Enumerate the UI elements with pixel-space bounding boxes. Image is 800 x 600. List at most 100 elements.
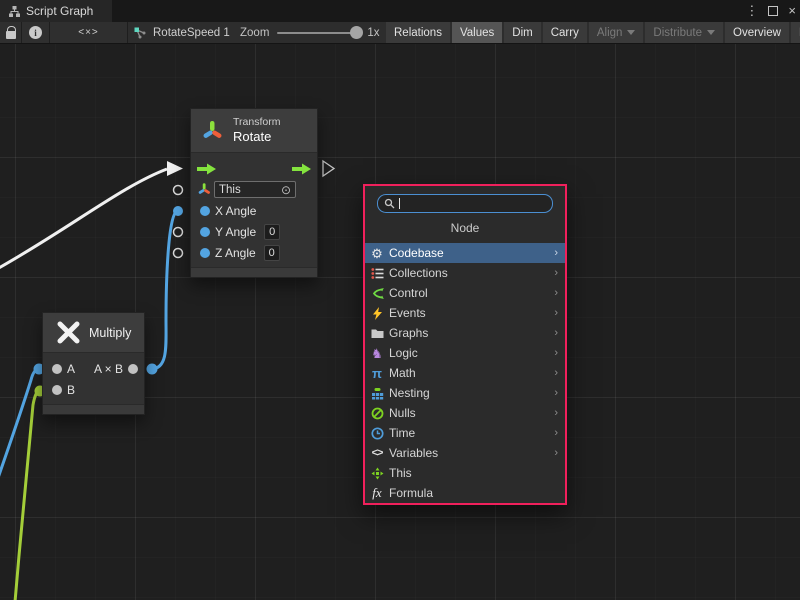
maximize-icon[interactable] xyxy=(768,6,778,16)
title-bar: Script Graph ⋮ × xyxy=(0,0,800,22)
menu-item-logic[interactable]: ♞ Logic › xyxy=(365,343,565,363)
carry-button[interactable]: Carry xyxy=(543,22,587,43)
chevron-down-icon xyxy=(707,30,715,35)
zoom-slider-handle[interactable] xyxy=(350,26,363,39)
zoom-slider[interactable] xyxy=(277,32,359,34)
distribute-button[interactable]: Distribute xyxy=(645,22,723,43)
code-view-button[interactable]: <×> xyxy=(50,22,128,43)
lock-button[interactable] xyxy=(0,22,22,43)
relations-button[interactable]: Relations xyxy=(386,22,450,43)
port-zangle-input[interactable] xyxy=(174,249,183,258)
menu-item-events[interactable]: Events › xyxy=(365,303,565,323)
zangle-value-field[interactable]: 0 xyxy=(264,245,280,261)
wire-into-b[interactable] xyxy=(15,391,40,600)
menu-item-collections[interactable]: Collections › xyxy=(365,263,565,283)
align-label: Align xyxy=(597,27,623,39)
menu-item-this[interactable]: This xyxy=(365,463,565,483)
menu-item-nesting[interactable]: Nesting › xyxy=(365,383,565,403)
menu-item-label: Nulls xyxy=(389,406,416,420)
script-graph-icon xyxy=(8,5,21,18)
zoom-label: Zoom xyxy=(240,27,269,39)
info-button[interactable]: i xyxy=(22,22,50,43)
node-rotate-header[interactable]: Transform Rotate xyxy=(191,109,317,153)
port-yangle-input[interactable] xyxy=(174,228,183,237)
menu-item-label: Logic xyxy=(389,346,418,360)
close-icon[interactable]: × xyxy=(788,0,796,22)
chevron-right-icon: › xyxy=(554,387,558,399)
this-object-field[interactable]: This ⊙ xyxy=(214,181,296,198)
port-xangle-input[interactable] xyxy=(173,206,183,216)
chevron-down-icon xyxy=(627,30,635,35)
a-label: A xyxy=(67,362,75,376)
port-row-a: A A × B xyxy=(43,358,144,379)
b-dot[interactable] xyxy=(52,385,62,395)
menu-item-label: Time xyxy=(389,426,415,440)
menu-item-time[interactable]: Time › xyxy=(365,423,565,443)
finder-list: ⚙ Codebase › Collections › xyxy=(365,243,565,503)
list-icon xyxy=(369,266,385,280)
node-rotate[interactable]: Transform Rotate This xyxy=(190,108,318,278)
lock-icon xyxy=(6,31,16,39)
lightning-icon xyxy=(369,306,385,320)
kebab-menu-icon[interactable]: ⋮ xyxy=(745,0,758,22)
menu-item-label: Control xyxy=(389,286,428,300)
transform-icon xyxy=(201,119,223,143)
menu-item-graphs[interactable]: Graphs › xyxy=(365,323,565,343)
graph-canvas[interactable]: Transform Rotate This xyxy=(0,44,800,600)
zangle-dot[interactable] xyxy=(200,248,210,258)
node-title: Multiply xyxy=(89,326,131,340)
xangle-label: X Angle xyxy=(215,204,256,218)
port-row-b: B xyxy=(43,379,144,400)
gear-icon: ⚙ xyxy=(369,246,385,260)
overview-button[interactable]: Overview xyxy=(725,22,789,43)
finder-header: Node xyxy=(365,213,565,243)
chevron-right-icon: › xyxy=(554,367,558,379)
flow-row xyxy=(191,158,317,179)
menu-item-control[interactable]: Control › xyxy=(365,283,565,303)
chevron-right-icon: › xyxy=(554,407,558,419)
port-axb-output[interactable] xyxy=(147,364,158,375)
this-row: This ⊙ xyxy=(191,179,317,200)
brackets-icon: <> xyxy=(369,446,385,460)
wire-multiply-to-xangle[interactable] xyxy=(152,211,177,369)
port-this-input[interactable] xyxy=(174,186,183,195)
node-rotate-footer xyxy=(191,267,317,277)
object-picker-icon[interactable]: ⊙ xyxy=(281,184,291,196)
wire-into-a[interactable] xyxy=(0,369,39,478)
flow-arrow-connected[interactable] xyxy=(167,161,183,176)
menu-item-variables[interactable]: <> Variables › xyxy=(365,443,565,463)
dim-button[interactable]: Dim xyxy=(504,22,540,43)
zangle-label: Z Angle xyxy=(215,246,256,260)
yangle-dot[interactable] xyxy=(200,227,210,237)
chevron-right-icon: › xyxy=(554,247,558,259)
chevron-right-icon: › xyxy=(554,447,558,459)
align-button[interactable]: Align xyxy=(589,22,644,43)
a-dot[interactable] xyxy=(52,364,62,374)
search-input[interactable] xyxy=(377,194,553,213)
chevron-right-icon: › xyxy=(554,267,558,279)
search-icon xyxy=(384,198,395,209)
chevron-right-icon: › xyxy=(554,427,558,439)
fullscreen-button[interactable]: Full Screen xyxy=(791,22,800,43)
graph-name: RotateSpeed 1 xyxy=(153,27,230,39)
node-multiply-header[interactable]: Multiply xyxy=(43,313,144,353)
chevron-right-icon: › xyxy=(554,307,558,319)
menu-item-codebase[interactable]: ⚙ Codebase › xyxy=(365,243,565,263)
menu-item-nulls[interactable]: Nulls › xyxy=(365,403,565,423)
wire-flow-white[interactable] xyxy=(0,169,167,269)
port-flow-output[interactable] xyxy=(323,161,334,176)
breadcrumb[interactable]: RotateSpeed 1 xyxy=(133,22,230,43)
move-icon xyxy=(369,466,385,480)
zoom-value: 1x xyxy=(367,27,379,39)
flow-in-arrow-icon[interactable] xyxy=(197,163,216,175)
menu-item-label: Graphs xyxy=(389,326,428,340)
values-button[interactable]: Values xyxy=(452,22,502,43)
menu-item-math[interactable]: π Math › xyxy=(365,363,565,383)
node-multiply[interactable]: Multiply A A × B B xyxy=(42,312,145,415)
menu-item-formula[interactable]: fx Formula xyxy=(365,483,565,503)
xangle-dot[interactable] xyxy=(200,206,210,216)
tab-script-graph[interactable]: Script Graph xyxy=(0,0,112,22)
yangle-value-field[interactable]: 0 xyxy=(264,224,280,240)
axb-dot[interactable] xyxy=(128,364,138,374)
flow-out-arrow-icon[interactable] xyxy=(292,163,311,175)
